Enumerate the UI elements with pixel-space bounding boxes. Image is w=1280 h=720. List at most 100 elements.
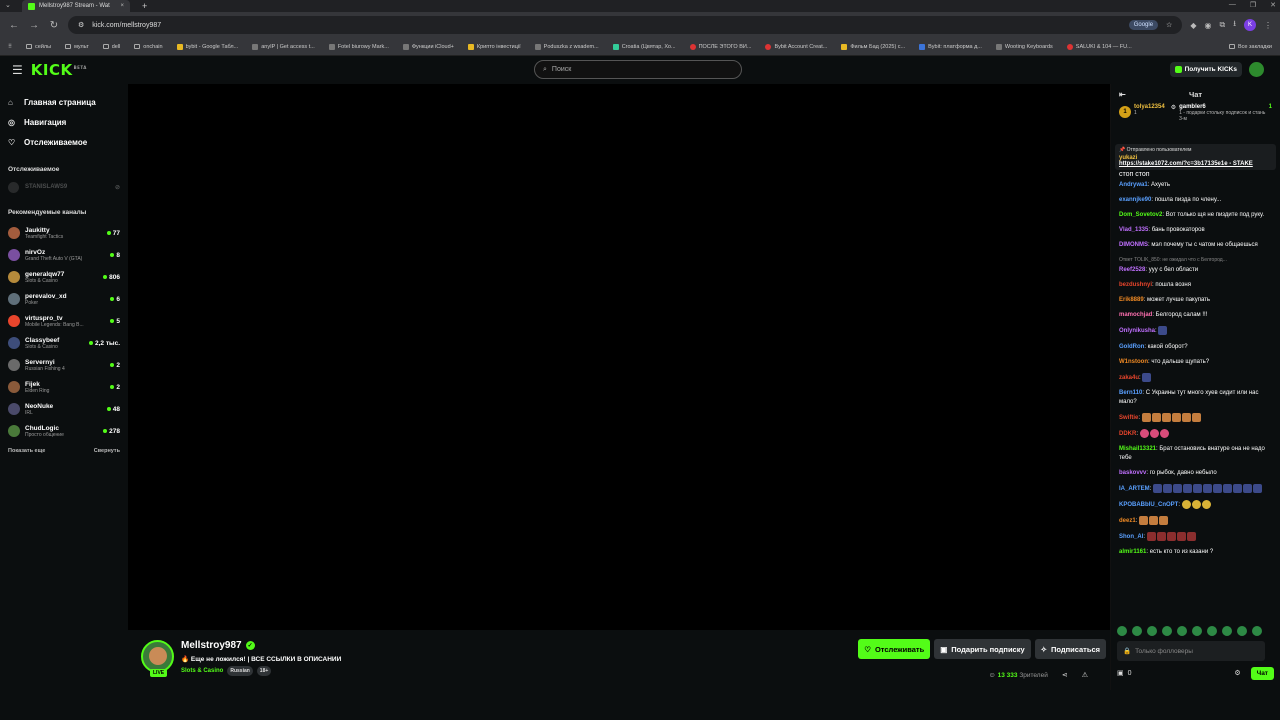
recommended-channel[interactable]: Fijek Elden Ring 2 [8, 376, 120, 398]
recommended-channel[interactable]: generalqw77 Slots & Casino 806 [8, 266, 120, 288]
chat-username[interactable]: Onlynikusha [1119, 329, 1155, 335]
chat-username[interactable]: Swiftie [1119, 415, 1138, 421]
emote-icon[interactable] [1237, 626, 1247, 636]
report-icon[interactable]: ⚠ [1082, 671, 1088, 679]
emote-icon[interactable] [1192, 626, 1202, 636]
chat-username[interactable]: GoldRon [1119, 344, 1144, 350]
nav-following[interactable]: ♡ Отслеживаемое [8, 132, 120, 152]
collapse-chat-icon[interactable]: ⇤ [1119, 90, 1126, 99]
extension-icon[interactable]: ◆ [1190, 21, 1196, 30]
nav-home[interactable]: ⌂ Главная страница [8, 92, 120, 112]
download-icon[interactable]: ⭳ [1233, 18, 1236, 32]
chat-username[interactable]: Erik8889 [1119, 297, 1144, 303]
extensions-puzzle-icon[interactable]: ⧉ [1219, 20, 1225, 30]
bookmark-item[interactable]: Bybit: платформа д... [919, 43, 982, 50]
bookmark-item[interactable]: Fotel biurowy Mark... [328, 43, 389, 50]
leaderboard-entry[interactable]: ⚙ gambler6 1 - подарки стольку подписок … [1171, 104, 1272, 136]
collapse-button[interactable]: Свернуть [94, 448, 120, 454]
share-icon[interactable]: ⋖ [1062, 671, 1068, 679]
nav-browse[interactable]: ◎ Навигация [8, 112, 120, 132]
chat-username[interactable]: Mishail13321 [1119, 446, 1156, 452]
reload-icon[interactable]: ↻ [48, 20, 60, 31]
tab-search-icon[interactable]: ⌄ [5, 1, 11, 9]
chat-username[interactable]: deez1 [1119, 518, 1136, 524]
chat-username[interactable]: Bern110 [1119, 390, 1142, 396]
bookmark-item[interactable]: мульт [65, 44, 89, 50]
recommended-channel[interactable]: ChudLogic Просто общение 278 [8, 420, 120, 442]
get-kicks-button[interactable]: Получить KICKs [1169, 62, 1242, 77]
bookmark-item[interactable]: Функции iCloud+ [402, 43, 454, 50]
leaderboard-entry[interactable]: 1 tolya12354 1 [1119, 104, 1165, 136]
back-icon[interactable]: ← [8, 20, 20, 31]
gift-sub-button[interactable]: ▣ Подарить подписку [934, 639, 1031, 659]
streamer-name[interactable]: Mellstroy987 ✓ [181, 640, 255, 651]
chat-username[interactable]: Dom_Sovetov2 [1119, 212, 1162, 218]
extension-icon[interactable]: ◉ [1204, 21, 1211, 30]
pinned-link[interactable]: https://stake1072.com/?c=3b17135e1e - ST… [1119, 161, 1272, 167]
chat-username[interactable]: DIMONMS [1119, 242, 1148, 248]
bookmark-item[interactable]: Крипто інвестиції [467, 43, 521, 50]
chat-username[interactable]: IA_ARTEM [1119, 486, 1150, 492]
bookmark-item[interactable]: onchain [134, 44, 163, 50]
emote-icon[interactable] [1207, 626, 1217, 636]
chat-username[interactable]: baskovvv [1119, 470, 1146, 476]
chat-username[interactable]: Andrywa1 [1119, 182, 1148, 188]
bookmark-item[interactable]: Poduszka z wsadem... [534, 43, 599, 50]
menu-icon[interactable]: ☰ [12, 63, 23, 77]
chat-username[interactable]: Vlad_1335 [1119, 227, 1148, 233]
recommended-channel[interactable]: Servernyi Russian Fishing 4 2 [8, 354, 120, 376]
bookmark-item[interactable]: сейлы [26, 44, 51, 50]
subscribe-button[interactable]: ✧ Подписаться [1034, 639, 1106, 659]
emote-icon[interactable] [1177, 626, 1187, 636]
chat-username[interactable]: KPOBABblU_CnOPT [1119, 502, 1178, 508]
stream-category-link[interactable]: Slots & Casino [181, 668, 223, 674]
bookmark-item[interactable]: Фильм Бад (2025) с... [841, 43, 905, 50]
emote-icon[interactable] [1162, 626, 1172, 636]
minimize-icon[interactable]: — [1229, 1, 1236, 9]
user-avatar[interactable] [1249, 62, 1264, 77]
follow-button[interactable]: ♡ Отслеживать [858, 639, 931, 659]
recommended-channel[interactable]: NeoNuke IRL 48 [8, 398, 120, 420]
recommended-channel[interactable]: perevalov_xd Poker 6 [8, 288, 120, 310]
profile-avatar-icon[interactable]: K [1244, 19, 1256, 31]
browser-tab-active[interactable]: Mellstroy987 Stream - Wat × [22, 0, 130, 12]
search-input[interactable]: ⌕ Поиск [534, 60, 742, 79]
bookmark-item[interactable]: anyIP | Get access t... [252, 43, 315, 50]
emote-icon[interactable] [1132, 626, 1142, 636]
chat-send-button[interactable]: Чат [1250, 666, 1274, 680]
chat-input[interactable]: 🔒 Только фолловеры [1117, 641, 1265, 661]
chat-username[interactable]: W1nstoon [1119, 359, 1148, 365]
kicks-icon[interactable]: ▣ [1117, 669, 1124, 677]
chat-username[interactable]: almir1161 [1119, 549, 1146, 555]
bookmark-item[interactable]: bybit - Google Табл... [176, 43, 238, 50]
recommended-channel[interactable]: virtuspro_tv Mobile Legends: Bang B... 5 [8, 310, 120, 332]
chat-username[interactable]: Reef2528 [1119, 267, 1145, 273]
emote-icon[interactable] [1147, 626, 1157, 636]
maximize-icon[interactable]: ❐ [1250, 1, 1256, 9]
chat-username[interactable]: Shon_Al [1119, 534, 1143, 540]
tag-age[interactable]: 18+ [256, 666, 272, 676]
show-more-button[interactable]: Показать еще [8, 448, 45, 454]
bookmark-star-icon[interactable]: ☆ [1166, 21, 1172, 29]
bookmark-item[interactable]: Bybit Account Creat... [765, 43, 827, 50]
recommended-channel[interactable]: nirvOz Grand Theft Auto V (GTA) 8 [8, 244, 120, 266]
close-window-icon[interactable]: ✕ [1270, 1, 1276, 9]
chat-username[interactable]: zaka4u [1119, 375, 1139, 381]
emote-icon[interactable] [1117, 626, 1127, 636]
recommended-channel[interactable]: Classybeef Slots & Casino 2,2 тыс. [8, 332, 120, 354]
bookmark-item[interactable]: Wooting Keyboards [995, 43, 1053, 50]
followed-channel[interactable]: STANISLAWS9 ⊘ [8, 179, 120, 195]
address-bar[interactable]: ⚙ kick.com/mellstroy987 Google ☆ [68, 16, 1183, 34]
emote-icon[interactable] [1222, 626, 1232, 636]
all-bookmarks[interactable]: Все закладки [1228, 44, 1272, 50]
emote-icon[interactable] [1252, 626, 1262, 636]
bookmark-item[interactable]: SALUKI & 104 — FU... [1066, 43, 1132, 50]
chat-username[interactable]: exannjke90 [1119, 197, 1151, 203]
forward-icon[interactable]: → [28, 20, 40, 31]
tag-language[interactable]: Russian [227, 666, 253, 676]
bookmark-item[interactable]: Croatia (Цвятар, Хо... [612, 43, 676, 50]
chat-username[interactable]: mamochjad [1119, 312, 1152, 318]
chat-settings-icon[interactable]: ⚙ [1234, 669, 1240, 677]
close-tab-icon[interactable]: × [120, 3, 124, 9]
recommended-channel[interactable]: Jaukitty Teamfight Tactics 77 [8, 222, 120, 244]
